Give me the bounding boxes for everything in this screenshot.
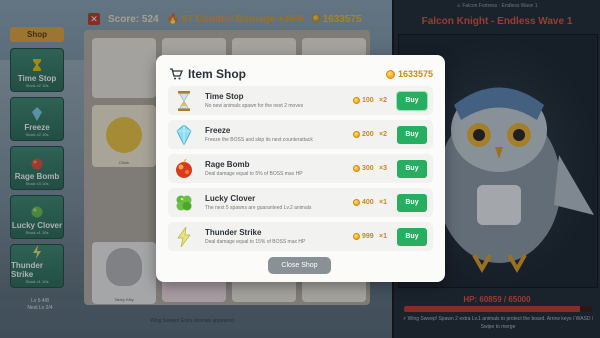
modal-title: Item Shop <box>188 67 247 81</box>
clover-icon <box>174 192 194 214</box>
ice-crystal-icon <box>174 124 194 146</box>
modal-header: Item Shop 1633575 <box>169 66 433 82</box>
item-price: 999 <box>353 233 379 240</box>
shop-item-list: Time Stop No new animals spawn for the n… <box>168 86 433 251</box>
shop-item-rage-bomb: Rage Bomb Deal damage equal to 5% of BOS… <box>168 154 433 183</box>
item-name: Time Stop <box>205 91 244 101</box>
buy-rage-bomb-button[interactable]: Buy <box>397 159 427 178</box>
coin-icon <box>385 69 395 79</box>
coin-icon <box>353 233 360 240</box>
item-price: 400 <box>353 199 379 206</box>
buy-lucky-clover-button[interactable]: Buy <box>397 193 427 212</box>
shop-item-thunder-strike: Thunder Strike Deal damage equal to 15% … <box>168 222 433 251</box>
coin-icon <box>353 199 360 206</box>
item-description: Freeze the BOSS and skip its next counte… <box>205 136 313 143</box>
gold-balance: 1633575 <box>385 69 433 79</box>
item-price-value: 400 <box>362 199 374 206</box>
coin-icon <box>353 165 360 172</box>
item-price: 300 <box>353 165 379 172</box>
item-name: Thunder Strike <box>205 227 262 237</box>
item-stock: ×1 <box>379 233 387 240</box>
item-name: Rage Bomb <box>205 159 250 169</box>
close-shop-button[interactable]: Close Shop <box>268 257 331 274</box>
buy-thunder-strike-button[interactable]: Buy <box>397 227 427 246</box>
item-description: No new animals spawn for the next 2 move… <box>205 102 304 109</box>
hourglass-icon <box>174 90 194 112</box>
item-description: The next 5 spawns are guaranteed Lv.2 an… <box>205 204 312 211</box>
bomb-icon <box>174 158 194 180</box>
shop-item-freeze: Freeze Freeze the BOSS and skip its next… <box>168 120 433 149</box>
coin-icon <box>353 97 360 104</box>
item-price-value: 300 <box>362 165 374 172</box>
buy-time-stop-button[interactable]: Buy <box>397 91 427 110</box>
item-price-value: 100 <box>362 97 374 104</box>
item-price-value: 200 <box>362 131 374 138</box>
item-stock: ×1 <box>379 199 387 206</box>
item-description: Deal damage equal to 5% of BOSS max HP <box>205 170 303 177</box>
shopping-cart-icon <box>170 68 183 80</box>
item-name: Freeze <box>205 125 231 135</box>
buy-freeze-button[interactable]: Buy <box>397 125 427 144</box>
gold-balance-value: 1633575 <box>397 69 433 79</box>
item-stock: ×2 <box>379 97 387 104</box>
lightning-crystal-icon <box>174 226 194 248</box>
item-stock: ×2 <box>379 131 387 138</box>
item-name: Lucky Clover <box>205 193 256 203</box>
shop-item-lucky-clover: Lucky Clover The next 5 spawns are guara… <box>168 188 433 217</box>
shop-item-time-stop: Time Stop No new animals spawn for the n… <box>168 86 433 115</box>
item-price: 200 <box>353 131 379 138</box>
item-shop-modal: Item Shop 1633575 Time Stop No new anima… <box>156 55 445 282</box>
coin-icon <box>353 131 360 138</box>
item-price-value: 999 <box>362 233 374 240</box>
item-description: Deal damage equal to 15% of BOSS max HP <box>205 238 306 245</box>
item-price: 100 <box>353 97 379 104</box>
item-stock: ×3 <box>379 165 387 172</box>
